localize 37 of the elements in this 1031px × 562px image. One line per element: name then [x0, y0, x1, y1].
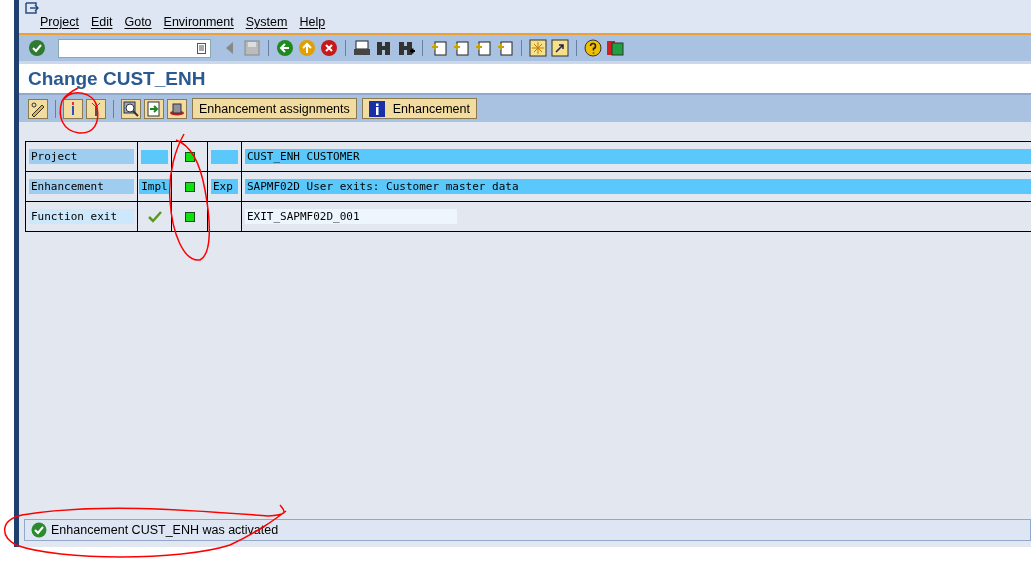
value-field: SAPMF02D User exits: Customer master data — [245, 179, 1031, 194]
value-field: EXIT_SAPMF02D_001 — [245, 209, 457, 224]
success-check-icon — [31, 522, 47, 538]
highlighted-cell — [211, 149, 238, 164]
row-label: Function exit — [29, 209, 134, 224]
list-icon[interactable] — [197, 42, 206, 54]
info-icon — [368, 100, 385, 117]
table-cell: Impl — [139, 179, 170, 194]
find-next-icon[interactable] — [397, 39, 415, 57]
value-field: CUST_ENH CUSTOMER — [245, 149, 1031, 164]
hat-icon[interactable] — [167, 98, 187, 119]
status-light-icon — [184, 211, 195, 222]
menu-item[interactable]: Environment — [163, 15, 234, 29]
highlighted-cell — [141, 149, 168, 164]
cancel-icon[interactable] — [320, 39, 338, 57]
menu-item[interactable]: Project — [40, 15, 79, 29]
find-icon[interactable] — [375, 39, 393, 57]
menu-item[interactable]: Goto — [124, 15, 152, 29]
back-icon[interactable] — [276, 39, 294, 57]
status-light-icon — [184, 151, 195, 162]
menu-item[interactable]: Help — [299, 15, 326, 29]
row-label: Project — [29, 149, 134, 164]
menu-item[interactable]: Edit — [90, 15, 113, 29]
row-label: Enhancement — [29, 179, 134, 194]
help-icon[interactable] — [584, 39, 602, 57]
search-icon[interactable] — [121, 98, 141, 119]
screen-title: Change CUST_ENH — [28, 67, 206, 90]
table-cell: Exp — [211, 179, 238, 194]
status-light-icon — [184, 181, 195, 192]
info-button[interactable]: Enhancement — [361, 98, 477, 119]
enter-icon[interactable] — [28, 39, 46, 57]
assignments-button[interactable]: Enhancement assignments — [192, 98, 357, 119]
command-field[interactable] — [58, 38, 211, 58]
print-icon[interactable] — [353, 39, 371, 57]
menu-item[interactable]: System — [245, 15, 288, 29]
system-menu-icon[interactable] — [25, 2, 39, 14]
shortcut-icon[interactable] — [551, 39, 569, 57]
